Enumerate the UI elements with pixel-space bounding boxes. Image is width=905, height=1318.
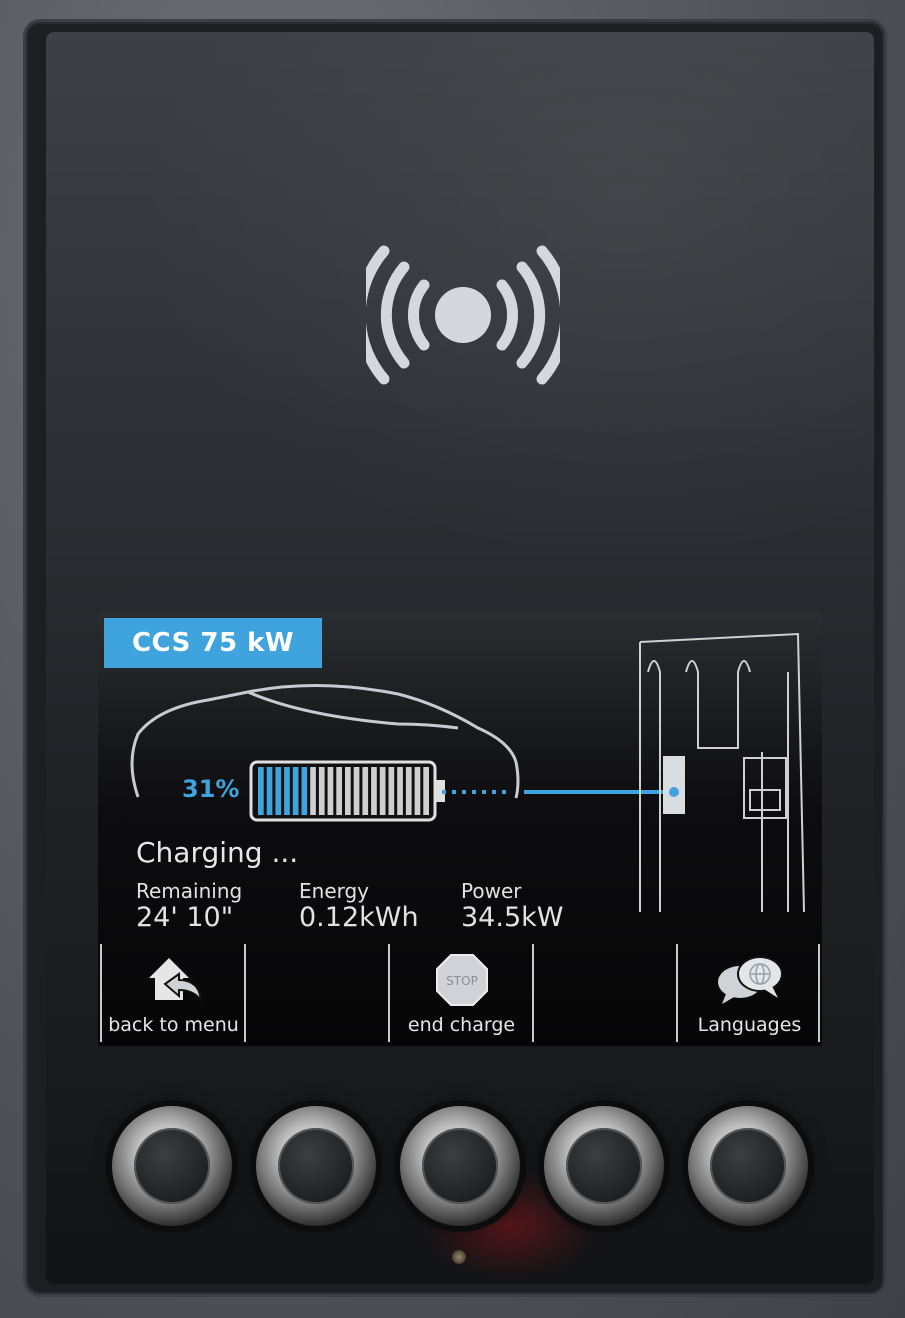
softkey-label: back to menu bbox=[108, 1014, 239, 1036]
charging-status: Charging ... bbox=[136, 836, 299, 869]
hardware-button-5[interactable] bbox=[688, 1106, 808, 1226]
softkey-label: end charge bbox=[407, 1014, 516, 1036]
metric-label: Energy bbox=[299, 879, 370, 903]
metric-power: Power 34.5kW bbox=[461, 880, 563, 934]
battery-cell bbox=[258, 767, 264, 815]
charging-plug bbox=[663, 756, 685, 814]
battery-cell bbox=[292, 767, 299, 815]
battery-cell bbox=[284, 767, 290, 815]
globe-chat-icon bbox=[678, 952, 821, 1008]
battery-cell bbox=[336, 767, 342, 815]
battery-cell bbox=[318, 767, 325, 815]
nfc-contactless-icon[interactable] bbox=[366, 245, 560, 385]
back-to-menu-softkey[interactable]: back to menu bbox=[102, 942, 245, 1042]
battery-icon bbox=[249, 760, 445, 822]
stop-sign-text: STOP bbox=[446, 974, 478, 988]
battery-cell bbox=[345, 767, 351, 815]
connector-badge: CCS 75 kW bbox=[104, 618, 322, 668]
battery-cell bbox=[397, 767, 403, 815]
end-charge-softkey[interactable]: STOP end charge bbox=[390, 942, 533, 1042]
battery-cell bbox=[371, 767, 377, 815]
hardware-button-2[interactable] bbox=[256, 1106, 376, 1226]
battery-cell bbox=[266, 767, 273, 815]
softkey-bar: back to menu STOP end charge Languages bbox=[98, 942, 822, 1046]
battery-cell bbox=[310, 767, 316, 815]
stop-sign-icon: STOP bbox=[390, 952, 533, 1008]
metric-value: 34.5kW bbox=[461, 902, 564, 933]
hardware-button-1[interactable] bbox=[112, 1106, 232, 1226]
metric-value: 0.12kWh bbox=[299, 902, 419, 933]
hardware-button-4[interactable] bbox=[544, 1106, 664, 1226]
battery-cell bbox=[388, 767, 395, 815]
languages-softkey[interactable]: Languages bbox=[678, 942, 821, 1042]
hardware-button-3[interactable] bbox=[400, 1106, 520, 1226]
battery-cell bbox=[423, 767, 429, 815]
battery-cell bbox=[275, 767, 282, 815]
metric-label: Remaining bbox=[136, 879, 243, 903]
battery-cell bbox=[379, 767, 386, 815]
metric-energy: Energy 0.12kWh bbox=[299, 880, 419, 934]
metric-value: 24' 10" bbox=[136, 902, 234, 933]
battery-cell bbox=[362, 767, 369, 815]
battery-percent: 31% bbox=[182, 775, 240, 803]
battery-cell bbox=[327, 767, 334, 815]
battery-cell bbox=[414, 767, 421, 815]
softkey-label: Languages bbox=[697, 1014, 802, 1036]
battery-cell bbox=[405, 767, 412, 815]
status-led bbox=[452, 1250, 466, 1264]
home-back-icon bbox=[102, 952, 245, 1008]
metric-label: Power bbox=[461, 879, 522, 903]
charging-screen: CCS 75 kW 31% Charging ... Remaining 24'… bbox=[98, 612, 822, 1046]
battery-cell bbox=[301, 767, 308, 815]
metric-remaining: Remaining 24' 10" bbox=[136, 880, 242, 934]
battery-cell bbox=[353, 767, 360, 815]
